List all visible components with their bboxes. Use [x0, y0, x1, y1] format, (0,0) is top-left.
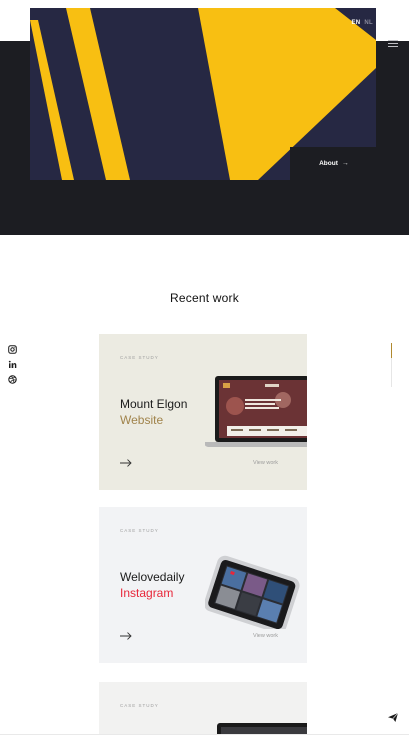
about-label: About — [319, 160, 338, 167]
phone-mockup — [205, 555, 300, 629]
language-nl[interactable]: NL — [363, 19, 374, 27]
case-study-card-mount-elgon[interactable]: CASE STUDY Mount Elgon Website View work — [99, 334, 307, 490]
case-study-kicker: CASE STUDY — [120, 703, 159, 708]
case-study-title: Welovedaily — [120, 570, 185, 584]
paper-plane-icon[interactable] — [388, 713, 398, 722]
hamburger-icon[interactable] — [388, 40, 398, 48]
scroll-progress — [391, 343, 392, 387]
scroll-progress-fill — [391, 343, 392, 358]
social-links — [8, 345, 17, 384]
language-switcher: EN NL — [350, 19, 374, 27]
about-button[interactable]: About → — [290, 147, 378, 180]
recent-work-title: Recent work — [170, 291, 239, 305]
laptop-mockup — [205, 376, 307, 447]
case-study-subtitle: Website — [120, 413, 164, 427]
language-en[interactable]: EN — [350, 19, 361, 27]
case-study-title: Mount Elgon — [120, 397, 188, 411]
instagram-icon[interactable] — [8, 345, 17, 354]
arrow-right-icon: → — [341, 160, 349, 167]
case-study-subtitle: Instagram — [120, 586, 174, 600]
arrow-right-icon[interactable] — [120, 632, 132, 640]
dribbble-icon[interactable] — [8, 375, 17, 384]
case-study-kicker: CASE STUDY — [120, 355, 159, 360]
arrow-right-icon[interactable] — [120, 459, 132, 467]
linkedin-icon[interactable] — [8, 360, 17, 369]
view-work-link[interactable]: View work — [253, 633, 278, 639]
case-study-card[interactable]: CASE STUDY — [99, 682, 307, 735]
case-study-card-welovedaily[interactable]: CASE STUDY Welovedaily Instagram View wo… — [99, 507, 307, 663]
view-work-link[interactable]: View work — [253, 460, 278, 466]
case-study-kicker: CASE STUDY — [120, 528, 159, 533]
